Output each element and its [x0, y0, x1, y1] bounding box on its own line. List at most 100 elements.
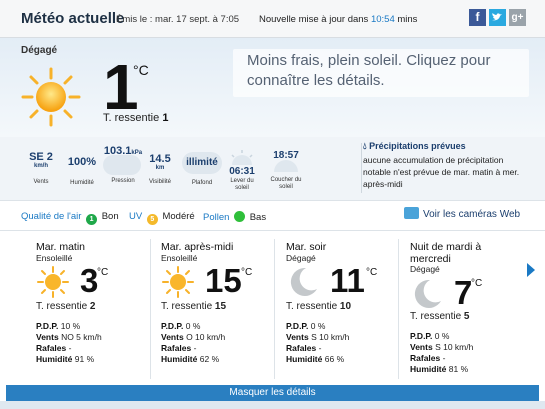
update-notice: Nouvelle mise à jour dans 10:54 mins	[259, 14, 417, 25]
period-details: P.D.P. 0 % Vents O 10 km/h Rafales - Hum…	[161, 321, 225, 365]
forecast-period: Mar. soir Dégagé 11 °C T. ressentie 10 P…	[286, 231, 411, 381]
period-temperature: 11	[330, 262, 365, 299]
feels-like: T. ressentie 1	[103, 112, 168, 124]
period-feels-like: T. ressentie 2	[36, 301, 95, 312]
period-feels-like: T. ressentie 5	[410, 311, 469, 322]
humidity-line: Humidité 66 %	[286, 354, 349, 365]
gust-line: Rafales -	[410, 353, 473, 364]
ceiling-stat: illimité Plafond	[182, 157, 222, 187]
update-prefix: Nouvelle mise à jour dans	[259, 14, 369, 25]
sunset-stat: 18:57 Coucher du soleil	[266, 150, 306, 191]
humidity-label: Humidité	[161, 354, 198, 364]
period-name: Mar. après-midi	[161, 241, 234, 253]
pollen-value: Bas	[249, 212, 267, 223]
wind-value: NO 5 km/h	[61, 332, 102, 342]
pdp-value: 0 %	[185, 321, 201, 331]
sunrise-label-2: soleil	[235, 185, 249, 191]
period-condition: Dégagé	[410, 264, 440, 274]
pollen-badge	[234, 211, 246, 222]
forecast-period: Mar. après-midi Ensoleillé 15 °C T. ress…	[161, 231, 286, 381]
feels-label: T. ressentie	[36, 301, 88, 312]
update-countdown: 10:54	[370, 14, 395, 25]
uv-index[interactable]: UV 5 Modéré	[129, 211, 195, 225]
period-temperature: 3	[80, 262, 99, 299]
air-quality[interactable]: Qualité de l'air 1 Bon	[21, 211, 119, 225]
humidity-value: 100%	[67, 156, 97, 168]
period-name: Mar. matin	[36, 241, 86, 253]
details-divider	[361, 143, 362, 193]
forecast-period: Mar. matin Ensoleillé 3 °C T. ressentie …	[36, 231, 161, 381]
pdp-line: P.D.P. 0 %	[286, 321, 349, 332]
humidity-label: Humidité	[70, 180, 94, 186]
webcams-link[interactable]: Voir les caméras Web	[404, 207, 520, 220]
period-name: Nuit de mardi à mercredi	[410, 241, 482, 265]
wind-stat: SE 2 km/h Vents	[26, 152, 56, 186]
ceiling-label: Plafond	[191, 180, 213, 186]
pdp-label: P.D.P.	[410, 331, 433, 341]
current-temperature: 1	[103, 51, 139, 123]
precipitation-text: aucune accumulation de précipitation not…	[363, 155, 520, 189]
precipitation-title-text: Précipitations prévues	[369, 141, 466, 151]
humidity-value: 62 %	[199, 354, 220, 364]
sunrise-icon	[231, 150, 253, 165]
pollen[interactable]: Pollen Bas	[203, 211, 266, 223]
period-divider	[150, 239, 151, 379]
wind-line: Vents NO 5 km/h	[36, 332, 102, 343]
update-suffix: mins	[397, 14, 418, 25]
raindrop-icon: 💧︎	[363, 141, 367, 151]
feels-value: 5	[463, 311, 470, 322]
visibility-unit: km	[155, 165, 165, 171]
feels-label: T. ressentie	[410, 311, 462, 322]
period-unit: °C	[471, 278, 483, 289]
period-feels-like: T. ressentie 15	[161, 301, 226, 312]
sun-icon	[162, 266, 194, 298]
next-periods-arrow-icon[interactable]	[527, 263, 535, 277]
hide-details-button[interactable]: Masquer les détails	[6, 385, 539, 401]
period-feels-like: T. ressentie 10	[286, 301, 351, 312]
humidity-value: 81 %	[448, 364, 469, 374]
sunset-value: 18:57	[273, 150, 299, 161]
twitter-icon[interactable]	[489, 9, 506, 26]
facebook-icon[interactable]: f	[469, 9, 486, 26]
feels-value: 10	[339, 301, 352, 312]
moon-icon	[290, 267, 317, 296]
forecast-panel: Mar. matin Ensoleillé 3 °C T. ressentie …	[0, 231, 545, 386]
pdp-label: P.D.P.	[286, 321, 309, 331]
period-unit: °C	[97, 267, 109, 278]
uv-badge: 5	[146, 214, 158, 225]
period-condition: Ensoleillé	[161, 253, 198, 263]
air-quality-label: Qualité de l'air	[21, 211, 82, 222]
sun-icon	[37, 266, 69, 298]
sunrise-stat: 06:31 Lever du soleil	[225, 166, 259, 192]
details-panel: SE 2 km/h Vents 100% Humidité 103.1kPa P…	[0, 137, 545, 201]
details-promo-link[interactable]: Moins frais, plein soleil. Cliquez pour …	[233, 49, 529, 97]
uv-label: UV	[129, 211, 143, 222]
camera-icon	[404, 207, 419, 219]
sunrise-label-1: Lever du	[230, 178, 254, 184]
page-title: Météo actuelle	[21, 10, 125, 27]
wind-value: S 10 km/h	[311, 332, 350, 342]
gust-value: -	[193, 343, 197, 353]
period-details: P.D.P. 10 % Vents NO 5 km/h Rafales - Hu…	[36, 321, 102, 365]
period-divider	[398, 239, 399, 379]
wind-value: SE 2	[29, 151, 53, 163]
wind-line: Vents S 10 km/h	[286, 332, 349, 343]
wind-label: Vents	[161, 332, 184, 342]
precipitation-title: 💧︎ Précipitations prévues	[363, 141, 533, 152]
period-condition: Dégagé	[286, 253, 316, 263]
wind-label: Vents	[410, 342, 433, 352]
period-details: P.D.P. 0 % Vents S 10 km/h Rafales - Hum…	[286, 321, 349, 365]
googleplus-icon[interactable]: g+	[509, 9, 526, 26]
moon-icon	[414, 279, 441, 308]
visibility-label: Visibilité	[149, 179, 171, 185]
pressure-number: 103.1	[103, 145, 132, 157]
uv-value: Modéré	[162, 211, 195, 222]
period-unit: °C	[366, 267, 378, 278]
wind-label: Vents	[286, 332, 309, 342]
visibility-stat: 14.5 km Visibilité	[145, 154, 175, 186]
gust-label: Rafales	[410, 353, 441, 363]
feels-value: 2	[89, 301, 96, 312]
gust-line: Rafales -	[36, 343, 102, 354]
humidity-label: Humidité	[410, 364, 447, 374]
feels-label: T. ressentie	[161, 301, 213, 312]
